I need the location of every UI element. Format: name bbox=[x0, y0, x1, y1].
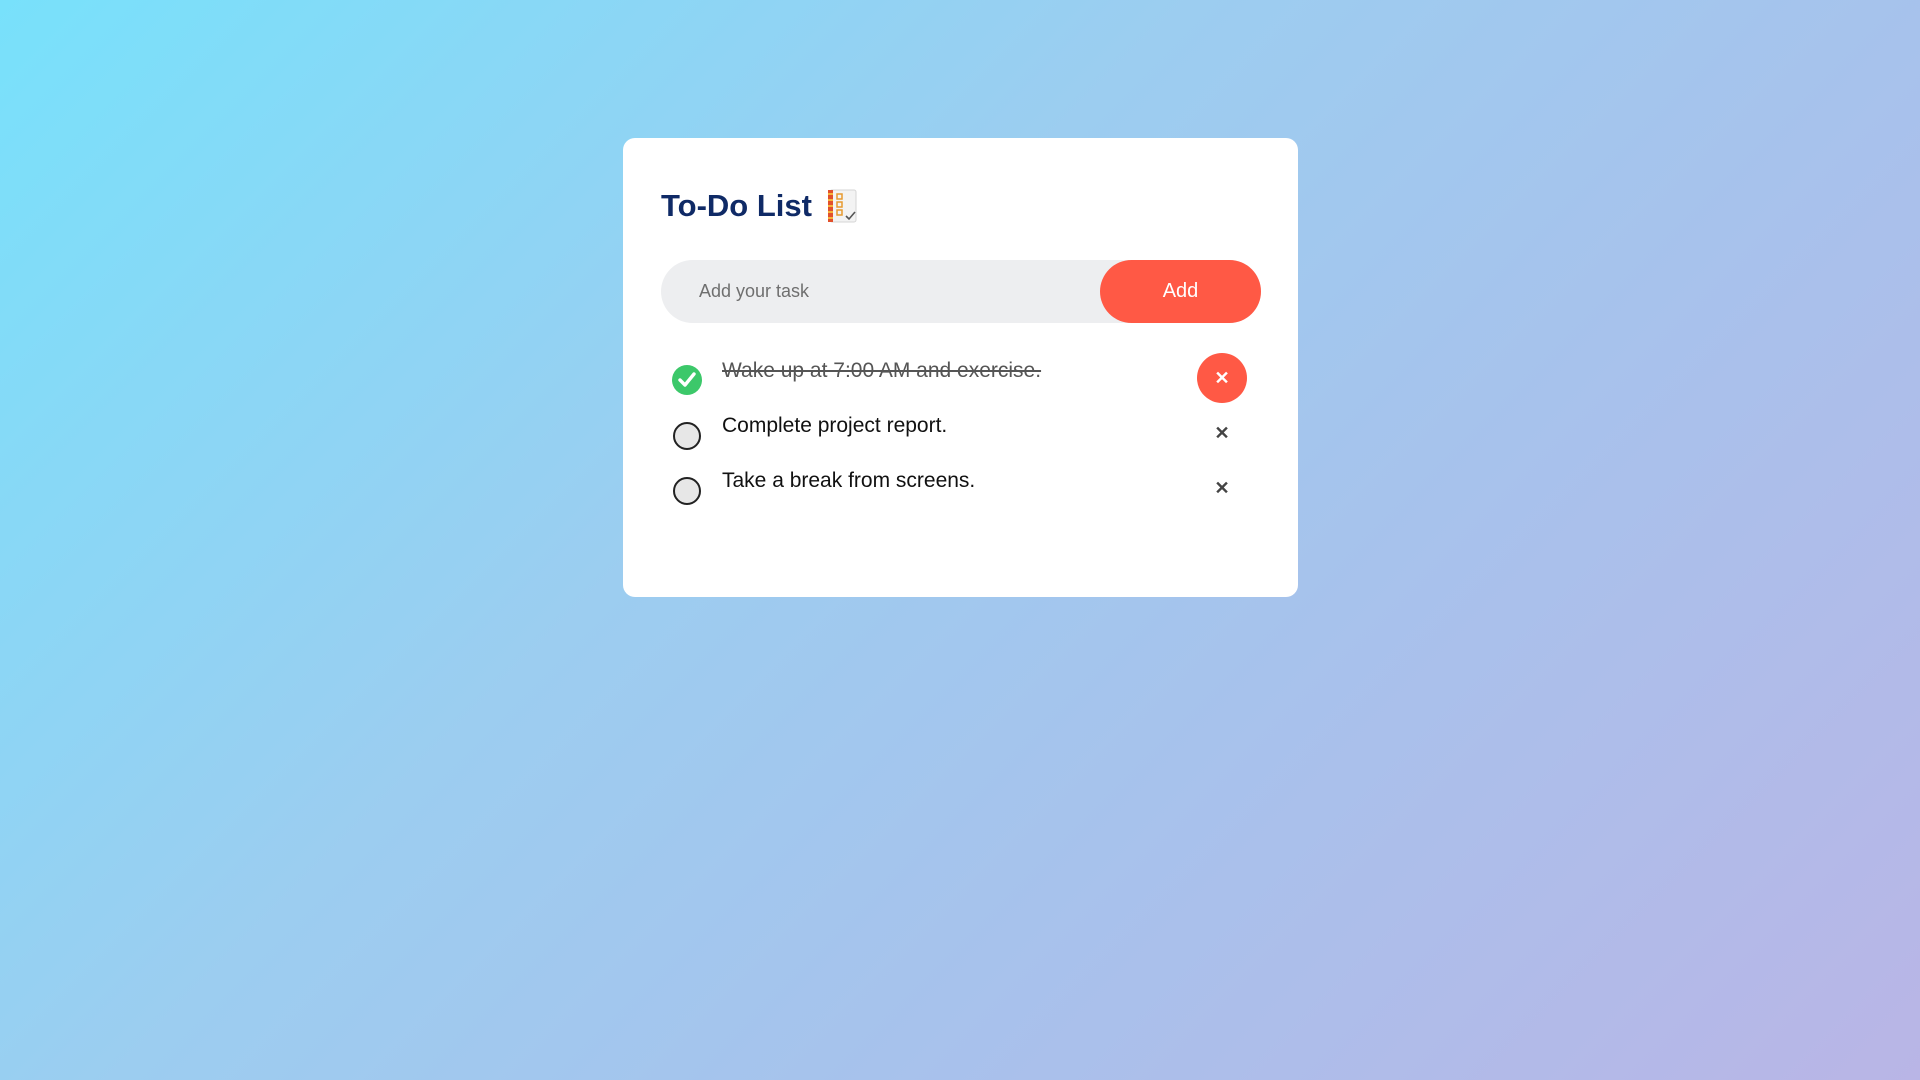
add-button[interactable]: Add bbox=[1100, 260, 1261, 323]
close-icon: ✕ bbox=[1214, 477, 1230, 498]
header: To-Do List bbox=[661, 186, 1260, 226]
unchecked-circle-icon[interactable] bbox=[673, 422, 701, 450]
task-text: Complete project report. bbox=[722, 414, 948, 437]
checklist-notepad-icon bbox=[826, 189, 858, 223]
unchecked-circle-icon[interactable] bbox=[673, 477, 701, 505]
page-title: To-Do List bbox=[661, 188, 812, 223]
task-list: Wake up at 7:00 AM and exercise. ✕ Compl… bbox=[661, 351, 1261, 516]
close-icon: ✕ bbox=[1214, 422, 1230, 443]
close-icon: ✕ bbox=[1214, 367, 1230, 388]
todo-card: To-Do List Add your task Add Wake up at … bbox=[623, 138, 1298, 597]
task-input-row: Add bbox=[661, 260, 1261, 323]
delete-button[interactable]: ✕ bbox=[1197, 408, 1247, 458]
task-input[interactable] bbox=[661, 260, 1101, 323]
task-item[interactable]: Complete project report. ✕ bbox=[661, 406, 1261, 461]
delete-button[interactable]: ✕ bbox=[1197, 353, 1247, 403]
task-item[interactable]: Wake up at 7:00 AM and exercise. ✕ bbox=[661, 351, 1261, 406]
task-text: Take a break from screens. bbox=[722, 469, 976, 492]
task-text: Wake up at 7:00 AM and exercise. bbox=[722, 359, 1042, 382]
checked-circle-icon[interactable] bbox=[672, 365, 702, 395]
task-item[interactable]: Take a break from screens. ✕ bbox=[661, 461, 1261, 516]
delete-button[interactable]: ✕ bbox=[1197, 463, 1247, 513]
